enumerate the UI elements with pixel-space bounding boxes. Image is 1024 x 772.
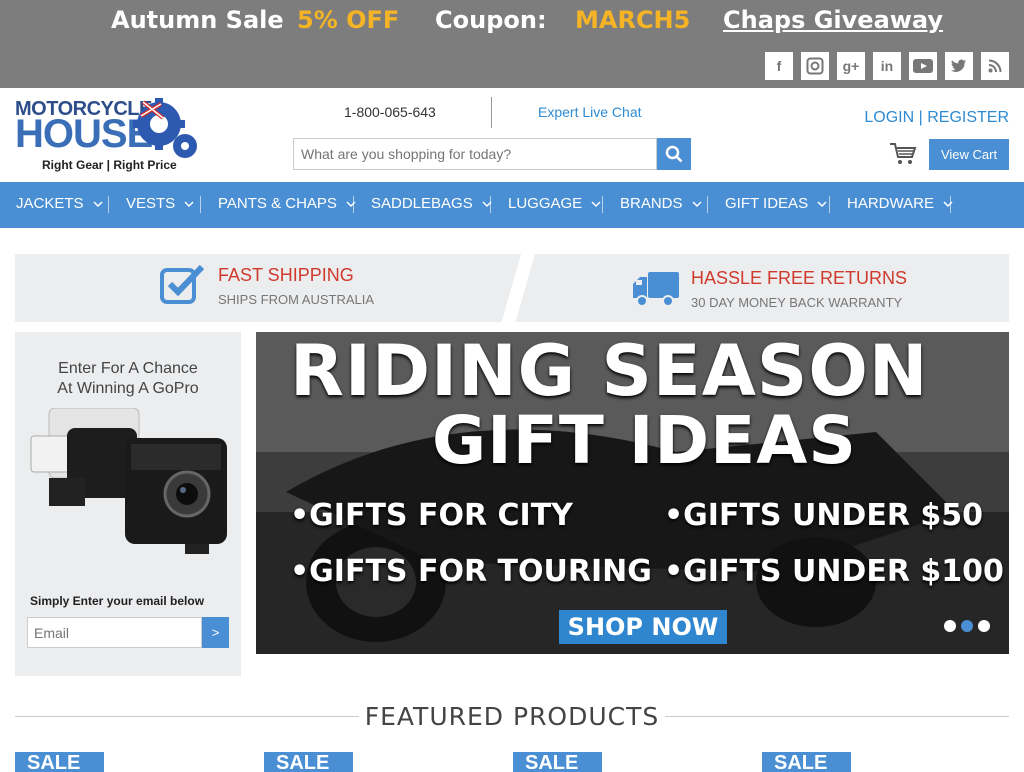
promo-coupon-code: MARCH5 <box>575 6 691 34</box>
nav-label: PANTS & CHAPS <box>218 195 337 212</box>
nav-item-saddlebags[interactable]: SADDLEBAGS <box>371 195 492 212</box>
chevron-down-icon <box>943 200 953 207</box>
fast-shipping-subtitle: SHIPS FROM AUSTRALIA <box>218 292 375 307</box>
nav-separator <box>602 196 603 213</box>
nav-item-luggage[interactable]: LUGGAGE <box>508 195 601 212</box>
free-returns-title: HASSLE FREE RETURNS <box>691 268 908 288</box>
site-logo[interactable]: MOTORCYCLE HOUSE Right Gear | Right Pric… <box>15 98 201 174</box>
nav-separator <box>353 196 354 213</box>
chevron-down-icon <box>817 200 827 207</box>
promo-coupon-label: Coupon: <box>435 6 547 34</box>
nav-item-gift-ideas[interactable]: GIFT IDEAS <box>725 195 827 212</box>
nav-item-hardware[interactable]: HARDWARE <box>847 195 953 212</box>
nav-separator <box>490 196 491 213</box>
nav-label: GIFT IDEAS <box>725 195 809 212</box>
chevron-down-icon <box>591 200 601 207</box>
facebook-icon[interactable]: f <box>765 52 793 80</box>
carousel-dot-1[interactable] <box>944 620 956 632</box>
free-returns-subtitle: 30 DAY MONEY BACK WARRANTY <box>691 295 903 310</box>
view-cart-button[interactable]: View Cart <box>929 139 1009 170</box>
gopro-camera-image <box>30 408 227 554</box>
banner-bullet-city: •GIFTS FOR CITY <box>290 498 573 533</box>
header-divider <box>491 97 492 128</box>
giveaway-title-line1: Enter For A Chance <box>58 360 198 377</box>
cart-icon[interactable] <box>889 142 917 166</box>
shipping-info-strip: FAST SHIPPING SHIPS FROM AUSTRALIA HASSL… <box>15 254 1009 322</box>
social-links: f g+ in <box>765 52 1009 80</box>
linkedin-icon[interactable]: in <box>873 52 901 80</box>
nav-separator <box>707 196 708 213</box>
search-button[interactable] <box>657 138 691 170</box>
chevron-down-icon <box>691 200 702 207</box>
carousel-dot-3[interactable] <box>978 620 990 632</box>
email-field[interactable] <box>27 617 202 648</box>
delivery-truck-icon <box>633 272 679 307</box>
checkbox-check-icon <box>160 264 205 304</box>
nav-item-brands[interactable]: BRANDS <box>620 195 702 212</box>
featured-title: FEATURED PRODUCTS <box>358 702 666 731</box>
nav-label: VESTS <box>126 195 176 212</box>
nav-label: HARDWARE <box>847 195 934 212</box>
nav-item-pants-chaps[interactable]: PANTS & CHAPS <box>218 195 356 212</box>
giveaway-title-line2: At Winning A GoPro <box>57 380 199 397</box>
nav-separator <box>108 196 109 213</box>
search-input[interactable] <box>293 138 657 170</box>
logo-line2: HOUSE <box>15 112 153 156</box>
banner-headline-2: GIFT IDEAS <box>432 402 857 479</box>
youtube-icon[interactable] <box>909 52 937 80</box>
promo-sale-label: Autumn Sale <box>111 6 284 34</box>
gears-flag-icon <box>133 98 197 158</box>
rss-icon[interactable] <box>981 52 1009 80</box>
banner-headline-1: RIDING SEASON <box>290 332 929 412</box>
google-plus-icon[interactable]: g+ <box>837 52 865 80</box>
main-nav: JACKETS VESTS PANTS & CHAPS SADDLEBAGS L… <box>0 182 1024 228</box>
sale-badge: SALE <box>264 752 353 772</box>
fast-shipping-title: FAST SHIPPING <box>218 265 354 285</box>
chevron-down-icon <box>92 200 103 207</box>
instagram-icon[interactable] <box>801 52 829 80</box>
email-submit-button[interactable]: > <box>202 617 229 648</box>
sale-badge: SALE <box>513 752 602 772</box>
chevron-down-icon <box>346 200 356 207</box>
strip-divider <box>499 254 537 322</box>
banner-bullet-touring: •GIFTS FOR TOURING <box>290 554 652 589</box>
chaps-giveaway-link[interactable]: Chaps Giveaway <box>723 6 943 34</box>
sale-badge: SALE <box>762 752 851 772</box>
nav-separator <box>200 196 201 213</box>
chevron-down-icon <box>184 200 194 207</box>
promo-discount: 5% OFF <box>297 6 400 34</box>
nav-label: BRANDS <box>620 195 683 212</box>
nav-separator <box>829 196 830 213</box>
carousel-dot-2[interactable] <box>961 620 973 632</box>
hero-banner[interactable]: RIDING SEASON GIFT IDEAS •GIFTS FOR CITY… <box>256 332 1009 654</box>
giveaway-title: Enter For A Chance At Winning A GoPro <box>15 359 241 399</box>
shop-now-button[interactable]: SHOP NOW <box>559 610 727 644</box>
nav-item-vests[interactable]: VESTS <box>126 195 194 212</box>
nav-item-jackets[interactable]: JACKETS <box>16 195 103 212</box>
phone-number[interactable]: 1-800-065-643 <box>344 104 436 120</box>
search-icon <box>665 145 683 163</box>
promo-bar: Autumn Sale 5% OFF Coupon: MARCH5 Chaps … <box>0 0 1024 88</box>
nav-label: LUGGAGE <box>508 195 583 212</box>
featured-products-heading: FEATURED PRODUCTS <box>0 702 1024 731</box>
nav-label: SADDLEBAGS <box>371 195 473 212</box>
banner-bullet-under-100: •GIFTS UNDER $100 <box>664 554 1004 589</box>
sale-badge: SALE <box>15 752 104 772</box>
nav-label: JACKETS <box>16 195 84 212</box>
email-prompt-label: Simply Enter your email below <box>30 594 205 608</box>
nav-separator <box>950 196 951 213</box>
twitter-icon[interactable] <box>945 52 973 80</box>
banner-bullet-under-50: •GIFTS UNDER $50 <box>664 498 983 533</box>
gopro-giveaway-panel: Enter For A Chance At Winning A GoPro Si… <box>15 332 241 676</box>
live-chat-link[interactable]: Expert Live Chat <box>538 104 642 120</box>
carousel-dots <box>944 620 990 632</box>
login-register-link[interactable]: LOGIN | REGISTER <box>864 109 1009 127</box>
